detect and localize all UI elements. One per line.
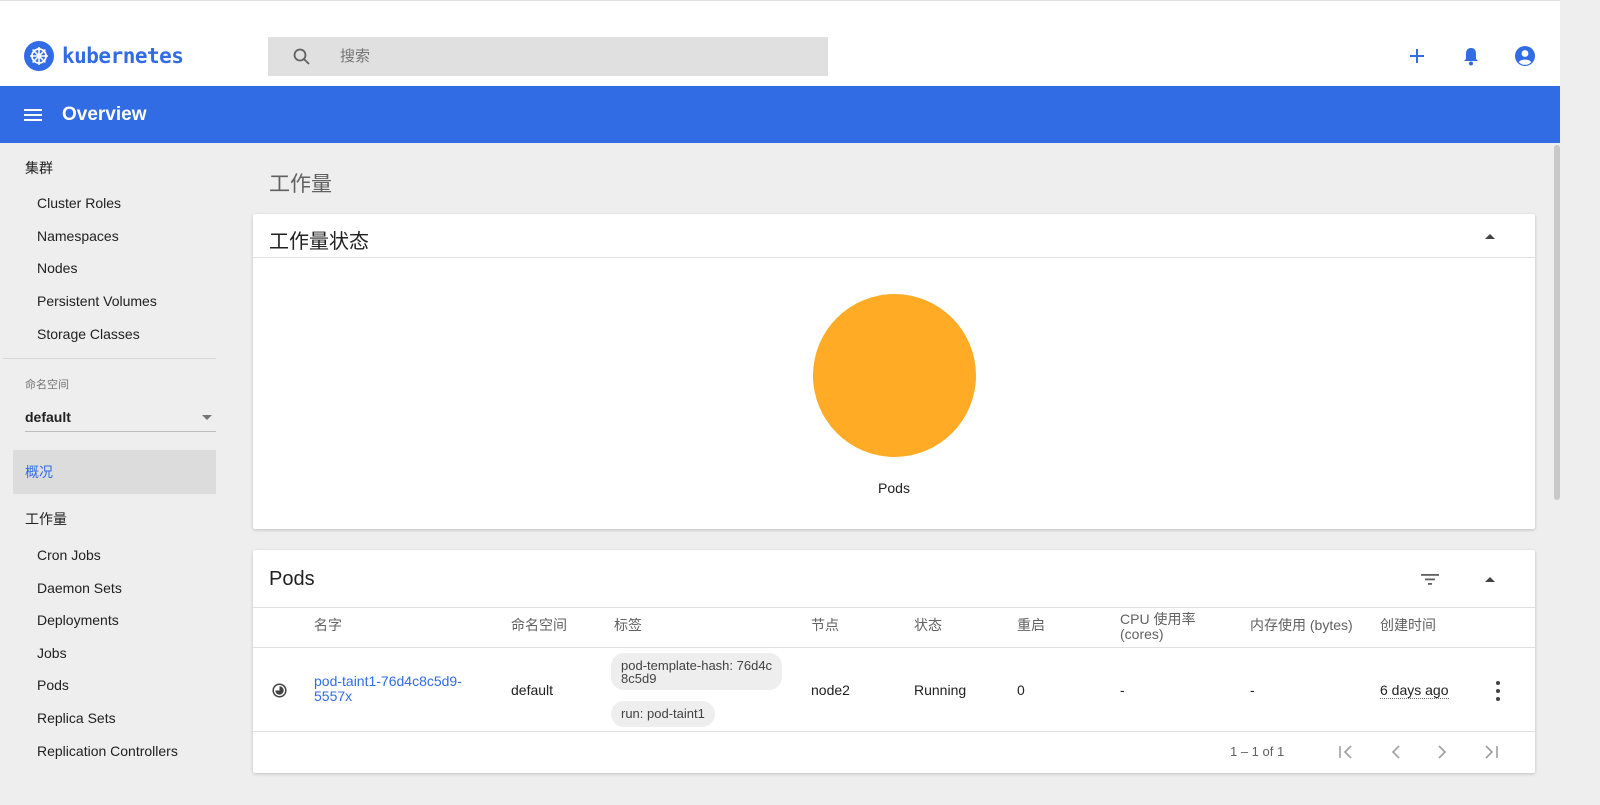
toolbar-title: Overview [62,103,147,125]
label-chip-run: run: pod-taint1 [611,701,715,727]
pod-cpu: - [1120,682,1125,698]
first-page-button[interactable] [1334,740,1358,764]
sidebar-item-nodes[interactable]: Nodes [37,260,77,276]
sidebar-item-jobs[interactable]: Jobs [37,645,67,661]
dropdown-arrow-icon [202,414,212,420]
pod-status-icon [272,683,287,698]
pod-name-link[interactable]: pod-taint1-76d4c8c5d9- 5557x [314,674,462,704]
notifications-button[interactable] [1458,43,1484,69]
sidebar: 集群 Cluster Roles Namespaces Nodes Persis… [0,143,228,805]
page-scrollbar-thumb[interactable] [1554,145,1560,500]
search-bar[interactable] [268,37,828,76]
namespace-label: 命名空间 [25,379,69,391]
column-header-namespace: 命名空间 [511,617,567,633]
column-header-status[interactable]: 状态 [914,618,942,633]
header-divider [253,647,1535,648]
plus-icon [1410,49,1424,63]
pie-legend-pods: Pods [878,480,910,496]
column-header-created[interactable]: 创建时间 [1380,618,1436,633]
top-bar: kubernetes [0,0,1560,86]
label-chip-template-hash: pod-template-hash: 76d4c 8c5d9 [611,653,783,690]
chevron-left-icon [1391,745,1400,759]
sidebar-section-workloads[interactable]: 工作量 [25,509,67,529]
sidebar-item-namespaces[interactable]: Namespaces [37,228,119,244]
namespace-select[interactable]: default [25,403,216,432]
sidebar-item-daemon-sets[interactable]: Daemon Sets [37,580,122,596]
sidebar-item-storage-classes[interactable]: Storage Classes [37,326,140,342]
pod-namespace: default [511,682,554,698]
pagination-range: 1 – 1 of 1 [1230,744,1285,759]
last-page-icon [1485,745,1498,759]
menu-button[interactable] [22,104,44,126]
row-divider [253,731,1535,732]
top-actions [1404,43,1538,69]
pod-name-line-2: 5557x [314,688,353,704]
column-header-name[interactable]: 名字 [314,618,342,633]
column-header-labels: 标签 [614,617,642,633]
account-circle-icon [1515,46,1535,66]
pods-pie-slice[interactable] [813,294,976,457]
pod-status: Running [914,682,967,698]
sidebar-item-replica-sets[interactable]: Replica Sets [37,710,116,726]
sidebar-divider [3,358,216,359]
card-divider [253,257,1535,258]
hamburger-menu-icon [24,108,42,121]
workload-status-title: 工作量状态 [269,231,369,253]
page-toolbar: Overview [0,86,1560,143]
pod-node: node2 [811,682,850,698]
column-header-restarts: 重启 [1017,617,1045,633]
last-page-button[interactable] [1479,740,1503,764]
card-divider [253,607,1535,608]
previous-page-button[interactable] [1384,740,1408,764]
sidebar-item-pods[interactable]: Pods [37,677,69,693]
label-chip-line-2: 8c5d9 [621,671,657,686]
pod-name-line-1: pod-taint1-76d4c8c5d9- [314,673,462,689]
sidebar-item-cron-jobs[interactable]: Cron Jobs [37,547,101,563]
column-header-cpu: CPU 使用率 (cores) [1120,612,1195,642]
pod-restarts: 0 [1017,682,1025,698]
filter-icon[interactable] [1419,570,1441,588]
row-actions-menu-icon[interactable] [1492,681,1504,701]
sidebar-item-overview[interactable]: 概况 [13,450,216,494]
collapse-status-card-icon[interactable] [1485,234,1495,239]
page-title: 工作量 [269,173,332,196]
helm-wheel-icon [24,41,54,71]
column-header-memory: 内存使用 (bytes) [1250,617,1353,633]
sidebar-item-deployments[interactable]: Deployments [37,612,119,628]
sidebar-item-cluster-roles[interactable]: Cluster Roles [37,195,121,211]
page-scrollbar-track[interactable] [1560,0,1600,805]
column-header-cpu-unit: (cores) [1120,626,1164,642]
kubernetes-logo[interactable]: kubernetes [24,41,184,71]
column-header-node[interactable]: 节点 [811,618,839,633]
logo-text: kubernetes [62,44,184,68]
next-page-button[interactable] [1430,740,1454,764]
search-icon [293,48,310,65]
search-input[interactable] [340,48,800,65]
pod-memory: - [1250,682,1255,698]
sidebar-item-persistent-volumes[interactable]: Persistent Volumes [37,293,157,309]
pod-created-time: 6 days ago [1380,682,1449,699]
bell-icon [1464,48,1478,66]
collapse-pods-card-icon[interactable] [1485,577,1495,582]
sidebar-item-replication-controllers[interactable]: Replication Controllers [37,743,178,759]
create-button[interactable] [1404,43,1430,69]
workload-status-card: 工作量状态 Pods [253,214,1535,529]
namespace-value: default [25,409,71,425]
sidebar-section-cluster[interactable]: 集群 [25,158,53,178]
account-button[interactable] [1512,43,1538,69]
pods-card-title: Pods [269,568,315,590]
column-header-cpu-label: CPU 使用率 [1120,611,1196,627]
sidebar-item-overview-label: 概况 [25,464,53,480]
chevron-right-icon [1438,745,1447,759]
first-page-icon [1339,745,1352,759]
pods-card: Pods 名字 命名空间 标签 节点 状态 重启 CPU 使用率 (cores)… [253,550,1535,773]
